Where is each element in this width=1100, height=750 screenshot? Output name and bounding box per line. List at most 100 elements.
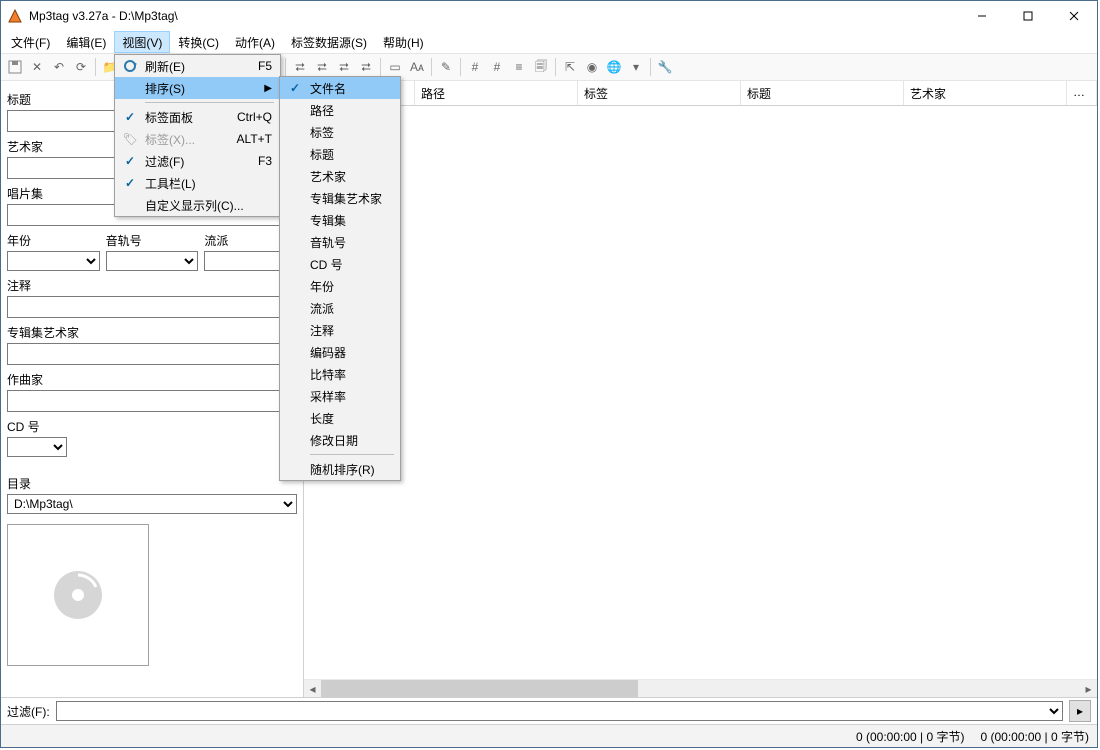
menu-toolbar[interactable]: ✓ 工具栏(L) (115, 172, 280, 194)
menu-filter[interactable]: ✓ 过滤(F) F3 (115, 150, 280, 172)
input-comment[interactable] (7, 296, 297, 318)
input-discno[interactable] (7, 437, 67, 457)
sort-item[interactable]: ✓ 文件名 (280, 77, 400, 99)
scroll-left-icon[interactable]: ◂ (304, 680, 321, 697)
edit-icon[interactable]: ✎ (436, 57, 456, 77)
menu-edit[interactable]: 编辑(E) (58, 31, 114, 53)
actions-icon[interactable]: ▭ (385, 57, 405, 77)
field-track: 音轨号 (106, 232, 199, 271)
dropdown-icon[interactable]: ▾ (626, 57, 646, 77)
input-year[interactable] (7, 251, 100, 271)
close-button[interactable] (1051, 1, 1097, 31)
filter-go-button[interactable]: ▸ (1069, 700, 1091, 722)
h-scrollbar[interactable]: ◂ ▸ (304, 679, 1097, 697)
label-track: 音轨号 (106, 232, 199, 249)
sort-item[interactable]: 专辑集 (280, 209, 400, 231)
menu-label: 流派 (310, 300, 392, 317)
col-header[interactable]: 艺术家 (904, 81, 1067, 105)
menu-accel: ALT+T (237, 132, 272, 146)
menu-label: 艺术家 (310, 168, 392, 185)
field-album-artist: 专辑集艺术家 (7, 324, 297, 365)
sort-item[interactable]: 标题 (280, 143, 400, 165)
input-directory[interactable]: D:\Mp3tag\ (7, 494, 297, 514)
menu-sort[interactable]: 排序(S) ▶ (115, 77, 280, 99)
sort-submenu: ✓ 文件名 路径 标签 标题 艺术家 专辑集艺术家 专辑集 音轨号 CD 号 年… (279, 76, 401, 481)
menu-label: 排序(S) (145, 80, 252, 97)
redo-icon[interactable]: ⟳ (71, 57, 91, 77)
maximize-button[interactable] (1005, 1, 1051, 31)
sort-item[interactable]: 流派 (280, 297, 400, 319)
undo-icon[interactable]: ↶ (49, 57, 69, 77)
scroll-right-icon[interactable]: ▸ (1080, 680, 1097, 697)
convert4-icon[interactable]: ⮂ (356, 57, 376, 77)
menu-refresh[interactable]: 刷新(E) F5 (115, 55, 280, 77)
export-icon[interactable]: ⇱ (560, 57, 580, 77)
menu-file[interactable]: 文件(F) (3, 31, 58, 53)
menu-convert[interactable]: 转换(C) (170, 31, 227, 53)
sort-item[interactable]: 艺术家 (280, 165, 400, 187)
menu-tag-sources[interactable]: 标签数据源(S) (283, 31, 375, 53)
disc-icon[interactable]: ◉ (582, 57, 602, 77)
col-header[interactable]: 路径 (415, 81, 578, 105)
filter-label: 过滤(F): (7, 703, 50, 720)
filter-input[interactable] (56, 701, 1063, 721)
menu-label: 采样率 (310, 388, 392, 405)
save-icon[interactable] (5, 57, 25, 77)
sort-item[interactable]: 音轨号 (280, 231, 400, 253)
album-art[interactable] (7, 524, 149, 666)
col-header[interactable]: … (1067, 81, 1097, 105)
convert2-icon[interactable]: ⮂ (312, 57, 332, 77)
sort-item[interactable]: 标签 (280, 121, 400, 143)
field-discno: CD 号 (7, 418, 67, 457)
window-title: Mp3tag v3.27a - D:\Mp3tag\ (29, 9, 959, 23)
input-album-artist[interactable] (7, 343, 297, 365)
minimize-button[interactable] (959, 1, 1005, 31)
list-icon[interactable]: ≡ (509, 57, 529, 77)
field-year: 年份 (7, 232, 100, 271)
web-icon[interactable]: 🌐 (604, 57, 624, 77)
sort-item[interactable]: 长度 (280, 407, 400, 429)
menu-actions[interactable]: 动作(A) (227, 31, 283, 53)
sort-random[interactable]: 随机排序(R) (280, 458, 400, 480)
field-composer: 作曲家 (7, 371, 297, 412)
toolbar-separator (555, 58, 556, 76)
menu-custom-cols[interactable]: 自定义显示列(C)... (115, 194, 280, 216)
sort-item[interactable]: CD 号 (280, 253, 400, 275)
convert1-icon[interactable]: ⮂ (290, 57, 310, 77)
settings-icon[interactable]: 🔧 (655, 57, 675, 77)
menu-label: 工具栏(L) (145, 175, 272, 192)
docs-icon[interactable]: 🗐 (531, 57, 551, 77)
sort-item[interactable]: 修改日期 (280, 429, 400, 451)
menu-view[interactable]: 视图(V) (114, 31, 170, 53)
menu-label: 标签面板 (145, 109, 213, 126)
number-icon[interactable]: # (465, 57, 485, 77)
field-comment: 注释 (7, 277, 297, 318)
scroll-thumb[interactable] (321, 680, 638, 697)
blank-icon (119, 77, 141, 99)
sort-item[interactable]: 年份 (280, 275, 400, 297)
label-composer: 作曲家 (7, 371, 297, 388)
number2-icon[interactable]: # (487, 57, 507, 77)
check-icon: ✓ (119, 106, 141, 128)
sort-item[interactable]: 注释 (280, 319, 400, 341)
col-header[interactable]: 标签 (578, 81, 741, 105)
check-icon: ✓ (119, 150, 141, 172)
input-track[interactable] (106, 251, 199, 271)
menu-tags[interactable]: 🏷 标签(X)... ALT+T (115, 128, 280, 150)
col-header[interactable]: 标题 (741, 81, 904, 105)
case-icon[interactable]: Aᴀ (407, 57, 427, 77)
delete-icon[interactable]: ✕ (27, 57, 47, 77)
sort-item[interactable]: 编码器 (280, 341, 400, 363)
sort-item[interactable]: 采样率 (280, 385, 400, 407)
list-body[interactable] (304, 106, 1097, 679)
menu-help[interactable]: 帮助(H) (375, 31, 432, 53)
menu-label: 比特率 (310, 366, 392, 383)
sort-item[interactable]: 专辑集艺术家 (280, 187, 400, 209)
menu-tag-panel[interactable]: ✓ 标签面板 Ctrl+Q (115, 106, 280, 128)
menu-label: 文件名 (310, 80, 392, 97)
menu-accel: F5 (258, 59, 272, 73)
input-composer[interactable] (7, 390, 297, 412)
sort-item[interactable]: 路径 (280, 99, 400, 121)
convert3-icon[interactable]: ⮂ (334, 57, 354, 77)
sort-item[interactable]: 比特率 (280, 363, 400, 385)
